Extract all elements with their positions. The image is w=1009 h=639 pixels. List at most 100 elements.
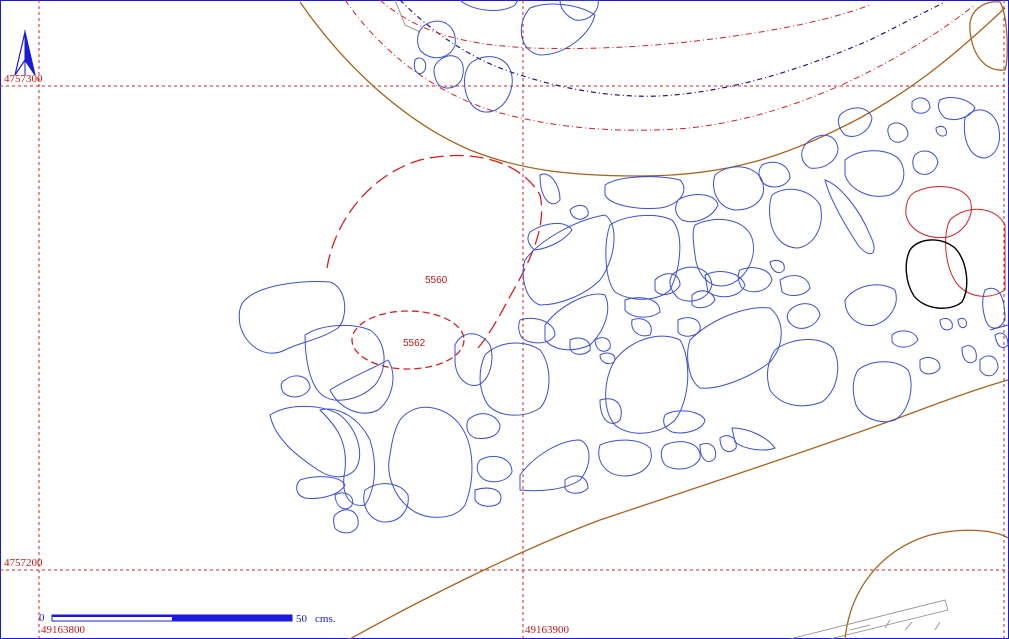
trench-edges bbox=[299, 1, 1009, 639]
north-arrow-icon bbox=[14, 30, 36, 76]
grid-label-y-top: 4757300 bbox=[4, 73, 43, 85]
stone bbox=[731, 427, 776, 451]
stone bbox=[692, 218, 754, 287]
stone bbox=[837, 107, 873, 137]
stone bbox=[961, 345, 977, 364]
stone bbox=[569, 204, 589, 220]
stone bbox=[388, 406, 473, 518]
stone bbox=[704, 271, 746, 298]
stone bbox=[433, 55, 464, 89]
stone bbox=[564, 475, 589, 494]
highlighted-stones bbox=[905, 186, 1006, 309]
stone-black bbox=[905, 239, 968, 309]
stone bbox=[269, 405, 361, 478]
stone bbox=[994, 332, 1009, 348]
stone-northeast-brown bbox=[969, 1, 1008, 71]
stone bbox=[786, 303, 821, 329]
stone bbox=[631, 318, 652, 337]
stone bbox=[624, 297, 661, 318]
stone bbox=[979, 355, 999, 377]
stones bbox=[238, 0, 1009, 534]
stone bbox=[594, 337, 611, 352]
contour-lines bbox=[344, 0, 976, 131]
stone bbox=[605, 335, 689, 434]
stone bbox=[466, 413, 501, 439]
stone bbox=[520, 3, 596, 56]
stone bbox=[518, 317, 556, 344]
stone-red-2 bbox=[945, 208, 1006, 297]
stone bbox=[333, 509, 359, 534]
stone bbox=[599, 398, 622, 424]
contour-red-1 bbox=[344, 0, 976, 131]
stone bbox=[758, 161, 791, 188]
stone bbox=[413, 57, 427, 75]
context-label-5560[interactable]: 5560 bbox=[425, 275, 448, 286]
stone bbox=[663, 410, 706, 434]
stone bbox=[937, 97, 976, 121]
stone bbox=[605, 215, 681, 300]
grid-label-x-left: 49163800 bbox=[41, 624, 86, 636]
contour-dark bbox=[399, 0, 946, 97]
stone bbox=[363, 483, 409, 523]
stone bbox=[417, 20, 456, 59]
stone bbox=[660, 441, 701, 470]
stone bbox=[319, 408, 375, 506]
stone bbox=[935, 125, 947, 137]
trench-edge-southeast bbox=[844, 529, 1009, 639]
trench-edge-north bbox=[299, 1, 1006, 177]
stone bbox=[675, 194, 719, 223]
plan-drawing: 4757300 4757200 49163800 49163900 5560 5… bbox=[0, 0, 1009, 639]
context-label-5562[interactable]: 5562 bbox=[403, 338, 426, 349]
bottom-right-lines bbox=[789, 599, 949, 639]
stone bbox=[544, 293, 609, 351]
stone bbox=[539, 173, 561, 205]
stone bbox=[519, 439, 590, 492]
stone bbox=[911, 97, 931, 114]
stone bbox=[982, 287, 1006, 329]
stone bbox=[699, 443, 717, 462]
stone bbox=[887, 122, 909, 143]
stone bbox=[599, 352, 616, 365]
stone bbox=[713, 166, 764, 211]
stone bbox=[957, 317, 967, 329]
stone bbox=[852, 361, 912, 423]
stone bbox=[479, 342, 550, 416]
stone bbox=[844, 150, 905, 197]
stone bbox=[474, 487, 502, 507]
scale-unit-label: cms. bbox=[315, 613, 336, 625]
stone bbox=[691, 290, 716, 309]
stone bbox=[604, 176, 685, 209]
stone bbox=[891, 330, 919, 348]
stone bbox=[598, 439, 652, 477]
context-outlines bbox=[326, 154, 543, 370]
stone bbox=[779, 275, 811, 296]
stone bbox=[769, 188, 822, 249]
stone bbox=[963, 109, 1000, 159]
stone bbox=[824, 179, 875, 255]
map-canvas[interactable]: 4757300 4757200 49163800 49163900 5560 5… bbox=[0, 0, 1009, 639]
stone bbox=[238, 281, 346, 354]
scale-end-label: 50 bbox=[296, 613, 308, 625]
context-5560-outline bbox=[326, 154, 543, 349]
stone bbox=[459, 0, 519, 11]
trench-edge-south bbox=[349, 379, 1009, 639]
stone bbox=[912, 150, 939, 175]
stone bbox=[454, 333, 493, 386]
stone bbox=[464, 56, 513, 113]
grid-label-x-right: 49163900 bbox=[525, 624, 570, 636]
grid-lines bbox=[0, 0, 1009, 639]
scale-start-label: 0 bbox=[39, 612, 45, 624]
contour-red-2 bbox=[379, 0, 871, 49]
stone bbox=[280, 375, 311, 398]
stone bbox=[527, 223, 573, 251]
grid-label-y-bottom: 4757200 bbox=[4, 557, 43, 569]
structure-ticks bbox=[849, 619, 941, 631]
structure-line bbox=[789, 599, 949, 639]
stone bbox=[919, 357, 941, 375]
contour-grey bbox=[394, 0, 421, 33]
stone bbox=[844, 284, 897, 327]
stone bbox=[801, 134, 839, 169]
stone bbox=[769, 259, 785, 274]
stone bbox=[939, 317, 953, 331]
stone bbox=[296, 476, 346, 499]
